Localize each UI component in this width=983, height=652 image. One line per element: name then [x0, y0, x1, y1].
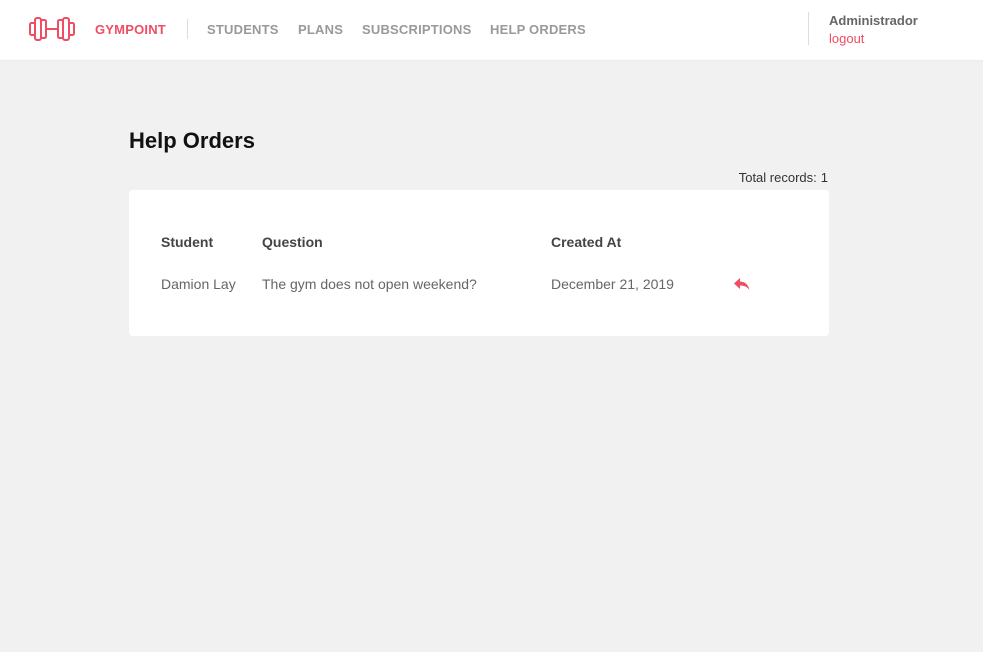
- brand-divider: [187, 19, 188, 39]
- nav-subscriptions[interactable]: SUBSCRIPTIONS: [362, 22, 472, 37]
- page-title: Help Orders: [129, 128, 255, 153]
- logout-link[interactable]: logout: [829, 31, 864, 46]
- nav-help-orders[interactable]: HELP ORDERS: [490, 22, 586, 37]
- user-name: Administrador: [829, 13, 918, 28]
- dumbbell-icon[interactable]: [29, 16, 75, 42]
- nav-students[interactable]: STUDENTS: [207, 22, 279, 37]
- total-records: Total records: 1: [739, 170, 828, 185]
- column-header-student: Student: [161, 234, 214, 250]
- user-divider: [808, 12, 809, 45]
- column-header-question: Question: [262, 234, 323, 250]
- cell-student: Damion Lay: [161, 276, 236, 292]
- cell-created-at: December 21, 2019: [551, 276, 674, 292]
- reply-icon[interactable]: [733, 276, 751, 292]
- cell-question: The gym does not open weekend?: [262, 276, 477, 292]
- total-records-label: Total records:: [738, 170, 817, 185]
- total-records-value: 1: [820, 170, 828, 185]
- top-navbar: GYMPOINT STUDENTS PLANS SUBSCRIPTIONS HE…: [0, 0, 983, 61]
- column-header-created-at: Created At: [551, 234, 622, 250]
- nav-plans[interactable]: PLANS: [298, 22, 343, 37]
- help-orders-table: Student Question Created At Damion Lay T…: [129, 190, 829, 336]
- brand-name[interactable]: GYMPOINT: [95, 22, 166, 37]
